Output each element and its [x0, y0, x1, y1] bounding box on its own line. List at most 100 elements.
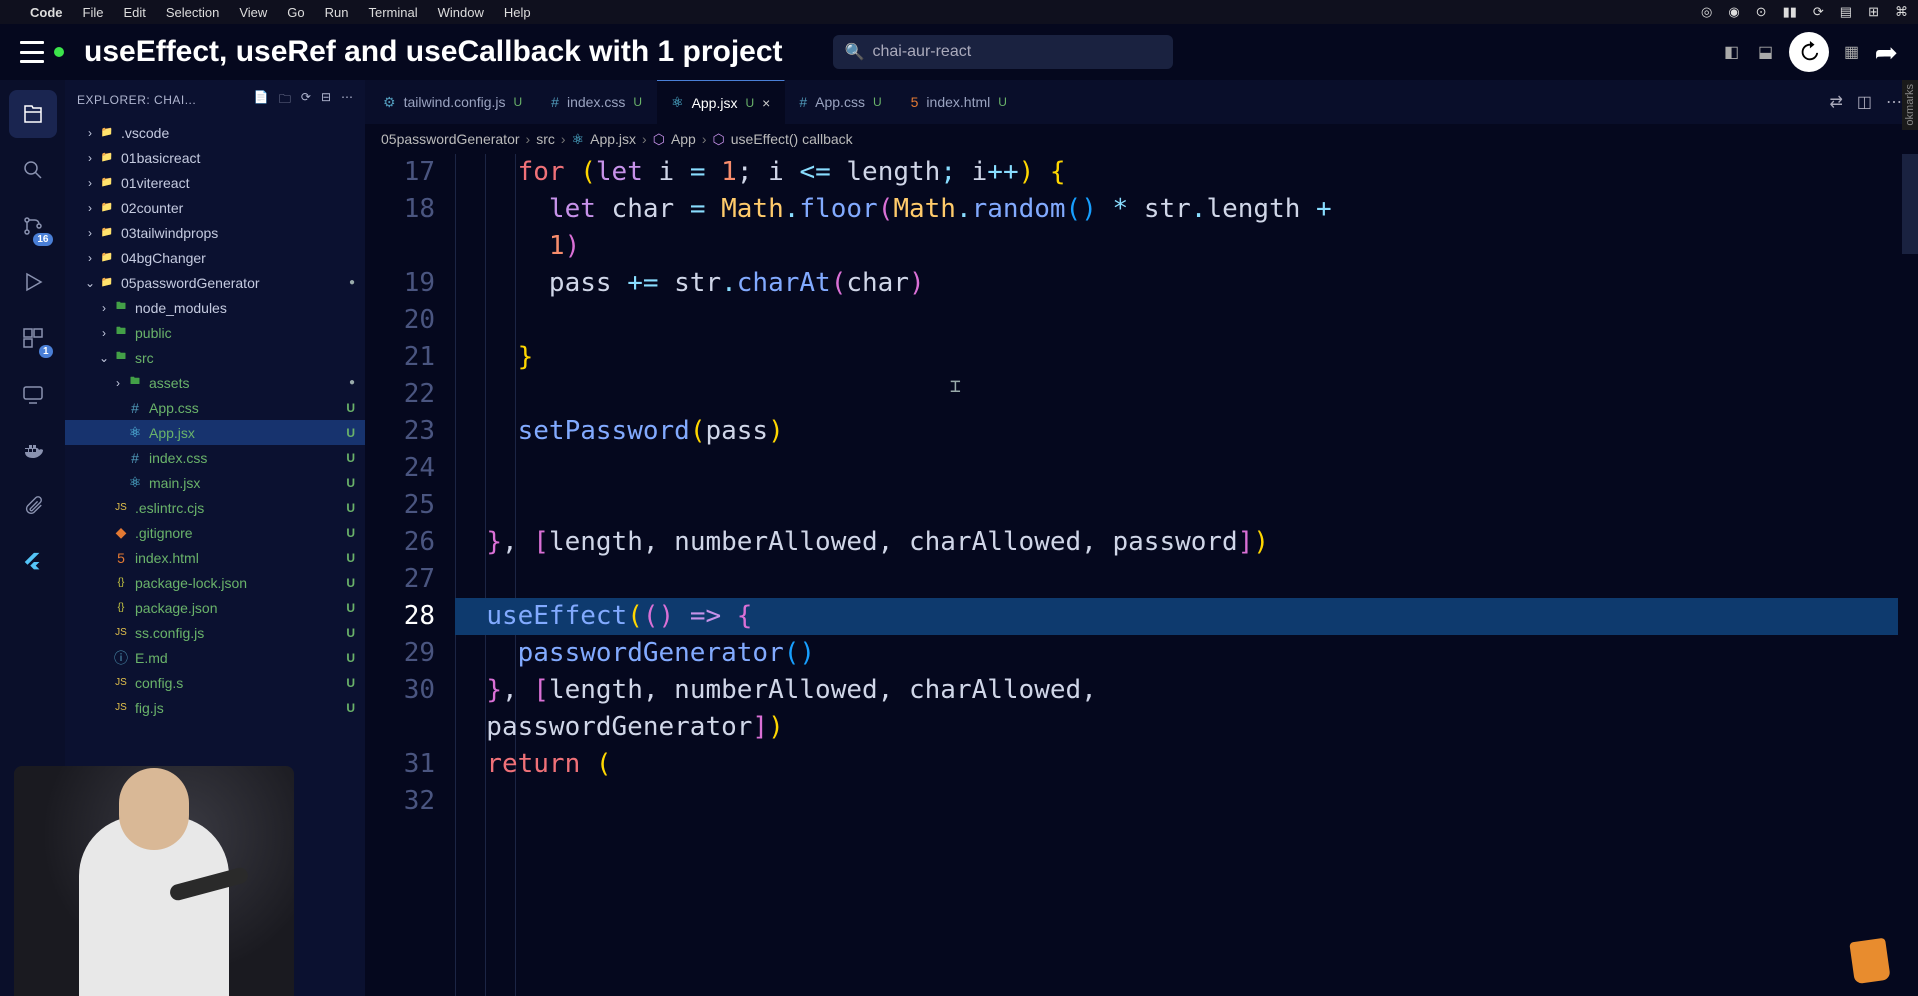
chevron-icon[interactable]: › [97, 326, 111, 340]
chevron-icon[interactable]: › [83, 226, 97, 240]
tree-item[interactable]: ⓘE.mdU [65, 645, 365, 670]
new-folder-icon[interactable]: 🗀 [279, 90, 291, 111]
code-editor[interactable]: 17181920212223242526272829303132 for (le… [365, 154, 1918, 996]
menu-terminal[interactable]: Terminal [369, 5, 418, 20]
breadcrumb[interactable]: 05passwordGenerator › src › ⚛ App.jsx › … [365, 124, 1918, 154]
activity-remote[interactable] [9, 370, 57, 418]
code-line[interactable] [455, 376, 1918, 413]
code-line[interactable]: 1) [455, 228, 1918, 265]
share-icon[interactable]: ➦ [1875, 36, 1898, 69]
tree-item[interactable]: ⚛App.jsxU [65, 420, 365, 445]
collapse-icon[interactable]: ⊟ [321, 90, 331, 111]
activity-run-debug[interactable] [9, 258, 57, 306]
menu-edit[interactable]: Edit [123, 5, 145, 20]
breadcrumb-part[interactable]: useEffect() callback [731, 131, 853, 147]
code-line[interactable]: return ( [455, 746, 1918, 783]
tree-item[interactable]: #App.cssU [65, 395, 365, 420]
tree-item[interactable]: ›📁01basicreact [65, 145, 365, 170]
chevron-icon[interactable]: › [83, 201, 97, 215]
close-icon[interactable]: × [762, 95, 770, 111]
tree-item[interactable]: ◆.gitignoreU [65, 520, 365, 545]
control-center-icon[interactable]: ⌘ [1895, 4, 1908, 20]
tree-item[interactable]: JS.eslintrc.cjsU [65, 495, 365, 520]
breadcrumb-part[interactable]: 05passwordGenerator [381, 131, 520, 147]
layout-icon[interactable]: ▦ [1841, 41, 1863, 63]
code-line[interactable]: }, [length, numberAllowed, charAllowed, [455, 672, 1918, 709]
code-line[interactable]: setPassword(pass) [455, 413, 1918, 450]
tree-item[interactable]: ›📁04bgChanger [65, 245, 365, 270]
split-editor-icon[interactable]: ◫ [1857, 92, 1872, 112]
compare-icon[interactable]: ⇄ [1829, 92, 1842, 112]
history-button[interactable] [1789, 32, 1829, 72]
code-line[interactable] [455, 487, 1918, 524]
editor-tab[interactable]: ⚛App.jsxU× [657, 80, 785, 124]
menu-view[interactable]: View [239, 5, 267, 20]
chevron-icon[interactable]: › [83, 251, 97, 265]
editor-tab[interactable]: #App.cssU [785, 80, 896, 124]
code-line[interactable]: pass += str.charAt(char) [455, 265, 1918, 302]
menu-selection[interactable]: Selection [166, 5, 219, 20]
panel-bottom-icon[interactable]: ⬓ [1755, 41, 1777, 63]
code-line[interactable]: }, [length, numberAllowed, charAllowed, … [455, 524, 1918, 561]
code-line[interactable]: for (let i = 1; i <= length; i++) { [455, 154, 1918, 191]
new-file-icon[interactable]: 📄 [254, 90, 269, 111]
editor-tab[interactable]: 5index.htmlU [897, 80, 1022, 124]
status-icon[interactable]: ◉ [1728, 4, 1739, 20]
status-icon[interactable]: ◎ [1701, 4, 1712, 20]
code-line[interactable] [455, 450, 1918, 487]
tree-item[interactable]: ⚛main.jsxU [65, 470, 365, 495]
chevron-icon[interactable]: › [83, 126, 97, 140]
status-icon[interactable]: ▮▮ [1783, 4, 1797, 20]
minimap[interactable] [1902, 154, 1918, 354]
refresh-icon[interactable]: ⟳ [301, 90, 311, 111]
tree-item[interactable]: ⌄🖿src [65, 345, 365, 370]
more-icon[interactable]: ⋯ [1886, 92, 1902, 112]
chevron-icon[interactable]: › [83, 151, 97, 165]
editor-tab[interactable]: ⚙tailwind.config.jsU [369, 80, 537, 124]
chevron-icon[interactable]: ⌄ [97, 351, 111, 365]
breadcrumb-part[interactable]: src [536, 131, 555, 147]
tree-item[interactable]: ›📁.vscode [65, 120, 365, 145]
tree-item[interactable]: ›📁01vitereact [65, 170, 365, 195]
menu-run[interactable]: Run [325, 5, 349, 20]
status-icon[interactable]: ⊙ [1756, 4, 1767, 20]
tree-item[interactable]: {}package-lock.jsonU [65, 570, 365, 595]
status-icon[interactable]: ▤ [1840, 4, 1852, 20]
tree-item[interactable]: 5index.htmlU [65, 545, 365, 570]
panel-left-icon[interactable]: ◧ [1721, 41, 1743, 63]
code-line[interactable] [455, 561, 1918, 598]
tree-item[interactable]: ›🖿node_modules [65, 295, 365, 320]
menu-app[interactable]: Code [30, 5, 63, 20]
tree-item[interactable]: JSss.config.jsU [65, 620, 365, 645]
activity-flutter-icon[interactable] [9, 538, 57, 586]
chevron-icon[interactable]: › [111, 376, 125, 390]
chevron-icon[interactable]: › [97, 301, 111, 315]
activity-explorer[interactable] [9, 90, 57, 138]
menu-go[interactable]: Go [287, 5, 304, 20]
chevron-icon[interactable]: › [83, 176, 97, 190]
tree-item[interactable]: ›📁02counter [65, 195, 365, 220]
tree-item[interactable]: JSconfig.sU [65, 670, 365, 695]
code-line[interactable]: useEffect(() => { [455, 598, 1918, 635]
tree-item[interactable]: {}package.jsonU [65, 595, 365, 620]
more-icon[interactable]: ⋯ [341, 90, 353, 111]
tree-item[interactable]: JSfig.jsU [65, 695, 365, 720]
breadcrumb-part[interactable]: App.jsx [590, 131, 636, 147]
chevron-icon[interactable]: ⌄ [83, 276, 97, 290]
tree-item[interactable]: ›🖿assets [65, 370, 365, 395]
activity-docker[interactable] [9, 426, 57, 474]
code-line[interactable] [455, 302, 1918, 339]
wifi-icon[interactable]: ⟳ [1813, 4, 1824, 20]
menu-window[interactable]: Window [438, 5, 484, 20]
code-line[interactable]: let char = Math.floor(Math.random() * st… [455, 191, 1918, 228]
activity-extensions[interactable]: 1 [9, 314, 57, 362]
breadcrumb-part[interactable]: App [671, 131, 696, 147]
activity-source-control[interactable]: 16 [9, 202, 57, 250]
menu-file[interactable]: File [83, 5, 104, 20]
code-line[interactable] [455, 783, 1918, 820]
tree-item[interactable]: ›📁03tailwindprops [65, 220, 365, 245]
menu-help[interactable]: Help [504, 5, 531, 20]
code-line[interactable]: passwordGenerator() [455, 635, 1918, 672]
code-line[interactable]: passwordGenerator]) [455, 709, 1918, 746]
bookmarks-tab[interactable]: okmarks [1902, 80, 1918, 130]
